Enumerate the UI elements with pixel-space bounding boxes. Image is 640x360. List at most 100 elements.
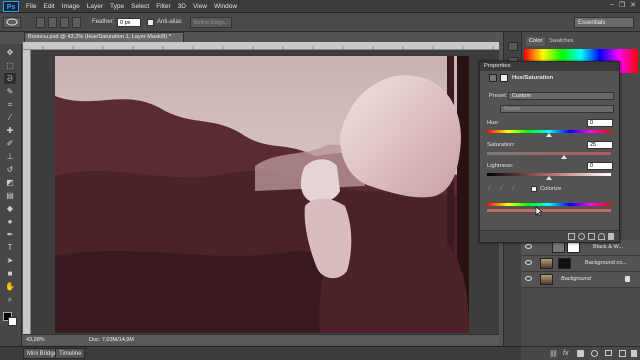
feather-input[interactable]: 0 px xyxy=(117,18,141,27)
subtract-selection-icon[interactable] xyxy=(60,17,69,28)
hue-input[interactable]: 0 xyxy=(587,119,613,127)
new-group-icon[interactable] xyxy=(605,350,612,356)
marquee-tool-icon[interactable]: ⬚ xyxy=(4,60,16,71)
new-layer-icon[interactable] xyxy=(619,350,626,357)
layer-row-masked[interactable]: Background co... xyxy=(521,256,640,272)
layer-name[interactable]: Background xyxy=(561,276,621,282)
zoom-tool-icon[interactable]: ⌕ xyxy=(4,294,16,305)
tab-timeline[interactable]: Timeline xyxy=(55,348,86,359)
options-bar: Feather: 0 px Anti-alias Refine Edge... … xyxy=(0,13,640,32)
adjustment-name: Hue/Saturation xyxy=(512,75,554,81)
hand-tool-icon[interactable]: ✋ xyxy=(4,281,16,292)
colorize-checkbox[interactable] xyxy=(531,186,537,192)
path-selection-tool-icon[interactable]: ➤ xyxy=(4,255,16,266)
document-tab[interactable]: Волосы.psd @ 43,3% (Hue/Saturation 1, La… xyxy=(24,32,184,42)
window-controls: – ❐ ✕ xyxy=(610,1,636,9)
ruler-vertical[interactable] xyxy=(23,50,31,334)
menu-layer[interactable]: Layer xyxy=(87,3,103,10)
dodge-tool-icon[interactable]: ● xyxy=(4,216,16,227)
visibility-eye-icon[interactable] xyxy=(525,276,532,281)
menu-view[interactable]: View xyxy=(193,3,207,10)
trash-icon[interactable] xyxy=(608,233,614,240)
lightness-slider-thumb[interactable] xyxy=(546,176,552,180)
clone-stamp-tool-icon[interactable]: ⊥ xyxy=(4,151,16,162)
zoom-level[interactable]: 43,28% xyxy=(26,337,45,343)
new-adjustment-icon[interactable] xyxy=(591,350,598,357)
status-bar: 43,28% Doc: 7,03M/14,9M xyxy=(23,334,499,345)
add-selection-icon[interactable] xyxy=(48,17,57,28)
type-tool-icon[interactable]: T xyxy=(4,242,16,253)
refine-edge-button[interactable]: Refine Edge... xyxy=(190,17,232,28)
antialias-checkbox[interactable] xyxy=(147,19,154,26)
lasso-preset-icon[interactable] xyxy=(3,17,21,28)
clip-to-layer-icon[interactable] xyxy=(568,233,575,240)
hue-saturation-icon xyxy=(489,74,497,82)
adjustment-layer-thumbnail xyxy=(552,242,565,253)
menu-3d[interactable]: 3D xyxy=(178,3,186,10)
eyedropper-tool-icon[interactable]: ⁄ xyxy=(4,112,16,123)
visibility-eye-icon[interactable] xyxy=(525,260,532,265)
result-color-bar xyxy=(487,209,611,212)
background-color-swatch[interactable] xyxy=(8,317,17,326)
crop-tool-icon[interactable]: ⌗ xyxy=(4,99,16,110)
menu-file[interactable]: File xyxy=(26,3,36,10)
channel-select[interactable]: Master xyxy=(500,105,614,113)
mouse-cursor-icon xyxy=(535,206,544,217)
pen-tool-icon[interactable]: ✒ xyxy=(4,229,16,240)
menu-window[interactable]: Window xyxy=(214,3,237,10)
blur-tool-icon[interactable]: ◆ xyxy=(4,203,16,214)
document-size[interactable]: Doc: 7,03M/14,9M xyxy=(89,337,134,343)
link-layers-icon[interactable]: ⛓ xyxy=(549,350,558,358)
saturation-input[interactable]: 25 xyxy=(587,141,613,149)
new-selection-icon[interactable] xyxy=(36,17,45,28)
move-tool-icon[interactable]: ✥ xyxy=(4,47,16,58)
layer-name[interactable]: Black & W... xyxy=(593,244,639,250)
lightness-input[interactable]: 0 xyxy=(587,162,613,170)
fx-icon[interactable]: fx xyxy=(563,350,568,357)
healing-brush-tool-icon[interactable]: ✚ xyxy=(4,125,16,136)
close-button[interactable]: ✕ xyxy=(630,1,636,9)
preset-select[interactable]: Custom xyxy=(508,92,614,100)
lasso-tool-icon[interactable]: ᘐ xyxy=(4,73,16,84)
menu-edit[interactable]: Edit xyxy=(43,3,54,10)
quick-select-tool-icon[interactable]: ✎ xyxy=(4,86,16,97)
eyedropper-plus-icon[interactable]: ⁄ xyxy=(501,185,502,192)
gradient-tool-icon[interactable]: ▤ xyxy=(4,190,16,201)
menu-select[interactable]: Select xyxy=(131,3,149,10)
hue-slider-thumb[interactable] xyxy=(546,133,552,137)
eyedropper-icon[interactable]: ⁄ xyxy=(489,185,490,192)
intersect-selection-icon[interactable] xyxy=(72,17,81,28)
visibility-toggle-icon[interactable] xyxy=(598,233,605,240)
menu-filter[interactable]: Filter xyxy=(156,3,170,10)
ruler-horizontal[interactable] xyxy=(23,42,499,50)
eyedropper-minus-icon[interactable]: ⁄ xyxy=(513,185,514,192)
history-brush-tool-icon[interactable]: ↺ xyxy=(4,164,16,175)
saturation-slider[interactable] xyxy=(487,152,611,155)
mask-icon[interactable] xyxy=(500,74,508,82)
workspace-select[interactable]: Essentials xyxy=(574,17,634,28)
view-previous-icon[interactable] xyxy=(578,233,585,240)
minimize-button[interactable]: – xyxy=(610,1,614,9)
delete-layer-icon[interactable] xyxy=(631,350,637,357)
brush-tool-icon[interactable]: ✐ xyxy=(4,138,16,149)
reset-icon[interactable] xyxy=(588,233,595,240)
layer-row-background[interactable]: Background xyxy=(521,272,640,288)
saturation-slider-thumb[interactable] xyxy=(561,155,567,159)
layer-image-thumbnail xyxy=(540,274,553,285)
tab-color[interactable]: Color xyxy=(526,37,546,46)
history-panel-icon[interactable] xyxy=(508,42,518,51)
tab-swatches[interactable]: Swatches xyxy=(546,37,576,46)
document-title: Волосы.psd @ 43,3% (Hue/Saturation 1, La… xyxy=(28,34,171,40)
restore-button[interactable]: ❐ xyxy=(619,1,625,9)
menu-image[interactable]: Image xyxy=(62,3,80,10)
menu-bar: Ps File Edit Image Layer Type Select Fil… xyxy=(0,0,640,13)
eraser-tool-icon[interactable]: ◩ xyxy=(4,177,16,188)
properties-title: Properties xyxy=(480,62,619,71)
layer-mask-thumbnail xyxy=(567,242,580,253)
shape-tool-icon[interactable]: ■ xyxy=(4,268,16,279)
visibility-eye-icon[interactable] xyxy=(525,244,532,249)
add-mask-icon[interactable] xyxy=(577,350,584,357)
menu-type[interactable]: Type xyxy=(110,3,124,10)
document-image[interactable] xyxy=(55,56,469,333)
layer-name[interactable]: Background co... xyxy=(585,260,639,266)
